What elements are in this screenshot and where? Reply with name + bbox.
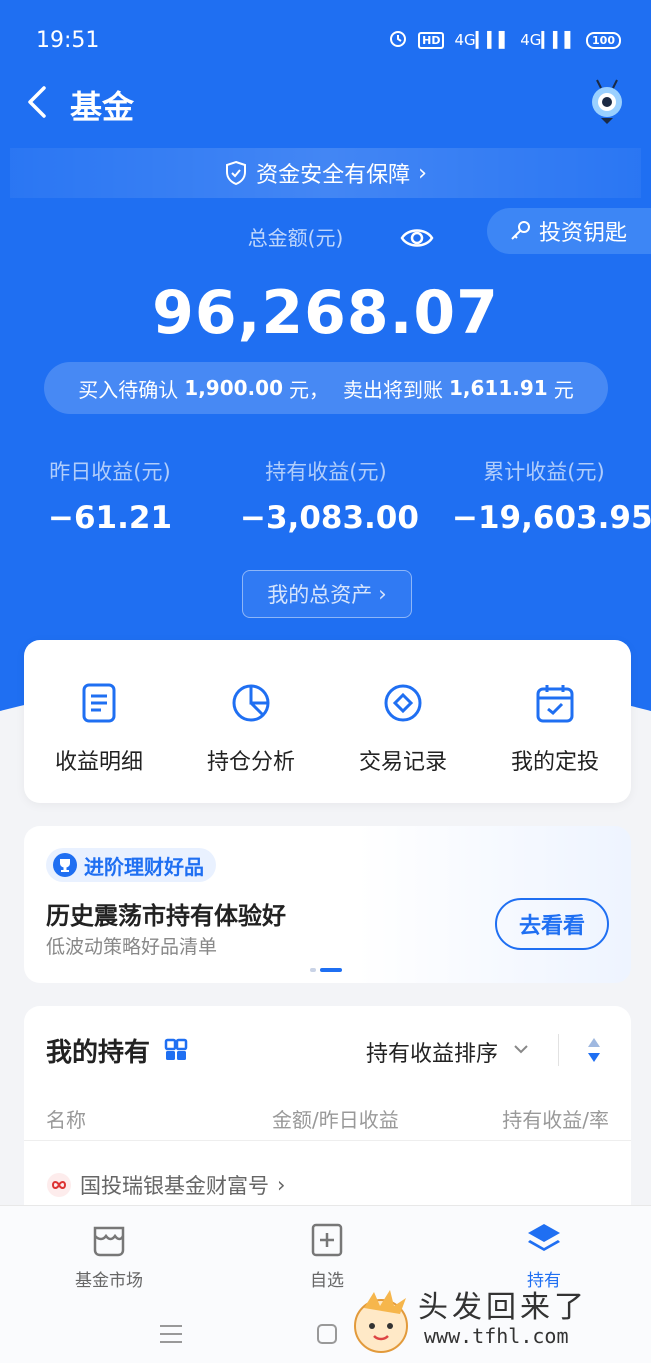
watermark-text: 头发回来了 xyxy=(418,1290,588,1325)
total-assets-label: 我的总资产 xyxy=(267,583,373,607)
quick-action-trade-records[interactable]: 交易记录 xyxy=(328,640,478,803)
menu-icon[interactable] xyxy=(158,1323,184,1345)
total-label: 总金额(元) xyxy=(247,226,344,250)
layers-icon xyxy=(528,1224,560,1251)
divider xyxy=(24,1140,631,1141)
add-favorite-icon xyxy=(311,1223,343,1257)
battery-icon: 100 xyxy=(586,31,621,49)
safety-text: 资金安全有保障 xyxy=(256,163,411,188)
status-bar: 19:51 HD 4G▎▍▌ 4G▎▍▌ 100 xyxy=(0,0,651,58)
divider xyxy=(558,1034,559,1066)
pending-sell-label: 卖出将到账 xyxy=(343,377,443,402)
column-amount: 金额/昨日收益 xyxy=(272,1108,399,1132)
chevron-right-icon: › xyxy=(418,160,427,186)
holdings-title: 我的持有 xyxy=(46,1038,151,1068)
pending-transactions[interactable]: 买入待确认 1,900.00 元， 卖出将到账 1,611.91 元 xyxy=(44,362,608,414)
quick-action-position-analysis[interactable]: 持仓分析 xyxy=(176,640,326,803)
safety-banner[interactable]: 资金安全有保障 › xyxy=(10,148,641,198)
robot-assistant-icon[interactable] xyxy=(585,78,629,126)
promo-card[interactable]: 进阶理财好品 历史震荡市持有体验好 低波动策略好品清单 去看看 xyxy=(24,826,631,983)
stat-cumulative[interactable]: 累计收益(元) −19,603.95 xyxy=(452,456,651,536)
quick-action-label: 我的定投 xyxy=(510,750,599,775)
tab-label: 基金市场 xyxy=(75,1271,143,1291)
back-arrow-icon[interactable] xyxy=(22,82,52,122)
signal-4g-icon: 4G▎▍▌ xyxy=(454,31,511,49)
chevron-down-icon[interactable] xyxy=(512,1040,530,1058)
market-icon xyxy=(93,1226,125,1257)
quick-action-label: 持仓分析 xyxy=(206,750,295,775)
stat-yesterday[interactable]: 昨日收益(元) −61.21 xyxy=(30,456,190,536)
hd-badge: HD xyxy=(418,31,445,49)
sort-dropdown[interactable]: 持有收益排序 xyxy=(366,1036,498,1068)
promo-title: 历史震荡市持有体验好 xyxy=(46,902,286,930)
status-icons: HD 4G▎▍▌ 4G▎▍▌ 100 xyxy=(388,28,621,52)
stat-holding[interactable]: 持有收益(元) −3,083.00 xyxy=(240,456,419,536)
pending-buy-value: 1,900.00 xyxy=(184,376,283,400)
quick-action-my-sip[interactable]: 我的定投 xyxy=(480,640,630,803)
nav-bar: 基金 xyxy=(0,72,651,134)
promo-tag-label: 进阶理财好品 xyxy=(84,854,204,879)
fund-company-logo-icon xyxy=(47,1173,71,1197)
grid-view-icon[interactable] xyxy=(164,1038,188,1062)
status-time: 19:51 xyxy=(36,28,100,53)
page-title: 基金 xyxy=(70,88,135,126)
sort-order-icon[interactable] xyxy=(586,1036,602,1064)
earnings-stats: 昨日收益(元) −61.21 持有收益(元) −3,083.00 累计收益(元)… xyxy=(0,456,651,546)
watermark-url: www.tfhl.com xyxy=(424,1324,569,1348)
eye-visibility-icon[interactable] xyxy=(400,222,434,254)
shield-check-icon xyxy=(226,160,247,186)
column-return: 持有收益/率 xyxy=(502,1108,609,1132)
carousel-dot-active[interactable] xyxy=(320,968,342,972)
chevron-right-icon: › xyxy=(378,582,387,606)
fund-company-name: 国投瑞银基金财富号 xyxy=(80,1174,269,1198)
pending-buy-unit: 元， xyxy=(289,377,329,402)
carousel-dot[interactable] xyxy=(310,968,316,972)
diamond-circle-icon xyxy=(384,684,422,722)
stat-value: −19,603.95 xyxy=(452,500,651,536)
tab-fund-market[interactable]: 基金市场 xyxy=(44,1220,174,1291)
cartoon-face-icon xyxy=(354,1290,408,1353)
pending-sell-value: 1,611.91 xyxy=(449,376,548,400)
calendar-check-icon xyxy=(536,685,574,723)
chevron-right-icon: › xyxy=(277,1173,286,1197)
quick-actions-card: 收益明细 持仓分析 交易记录 我的定投 xyxy=(24,640,631,803)
alarm-icon xyxy=(388,28,408,52)
pending-buy-label: 买入待确认 xyxy=(78,377,179,402)
total-assets-button[interactable]: 我的总资产 › xyxy=(242,570,412,618)
carousel-dots xyxy=(310,968,342,972)
signal-4g-icon-2: 4G▎▍▌ xyxy=(520,31,577,49)
home-icon[interactable] xyxy=(316,1323,338,1345)
document-icon xyxy=(82,683,116,723)
trophy-icon xyxy=(53,853,77,877)
stat-label: 昨日收益(元) xyxy=(49,460,171,484)
stat-label: 持有收益(元) xyxy=(265,460,387,484)
pending-sell-unit: 元 xyxy=(553,377,574,402)
quick-action-label: 收益明细 xyxy=(54,750,143,775)
pie-chart-icon xyxy=(232,684,270,722)
holdings-card: 我的持有 持有收益排序 名称 金额/昨日收益 持有收益/率 国投瑞银基金财富号 … xyxy=(24,1006,631,1216)
total-amount: 96,268.07 xyxy=(152,278,499,348)
stat-value: −61.21 xyxy=(47,500,173,536)
stat-label: 累计收益(元) xyxy=(483,460,605,484)
stat-value: −3,083.00 xyxy=(240,500,419,536)
promo-tag: 进阶理财好品 xyxy=(46,848,216,882)
column-name: 名称 xyxy=(46,1108,86,1132)
quick-action-earnings-detail[interactable]: 收益明细 xyxy=(24,640,174,803)
promo-view-button[interactable]: 去看看 xyxy=(495,898,609,950)
watermark: 头发回来了 www.tfhl.com xyxy=(340,1278,650,1360)
fund-company-link[interactable]: 国投瑞银基金财富号 › xyxy=(46,1170,285,1200)
quick-action-label: 交易记录 xyxy=(358,750,447,775)
promo-subtitle: 低波动策略好品清单 xyxy=(46,936,218,958)
